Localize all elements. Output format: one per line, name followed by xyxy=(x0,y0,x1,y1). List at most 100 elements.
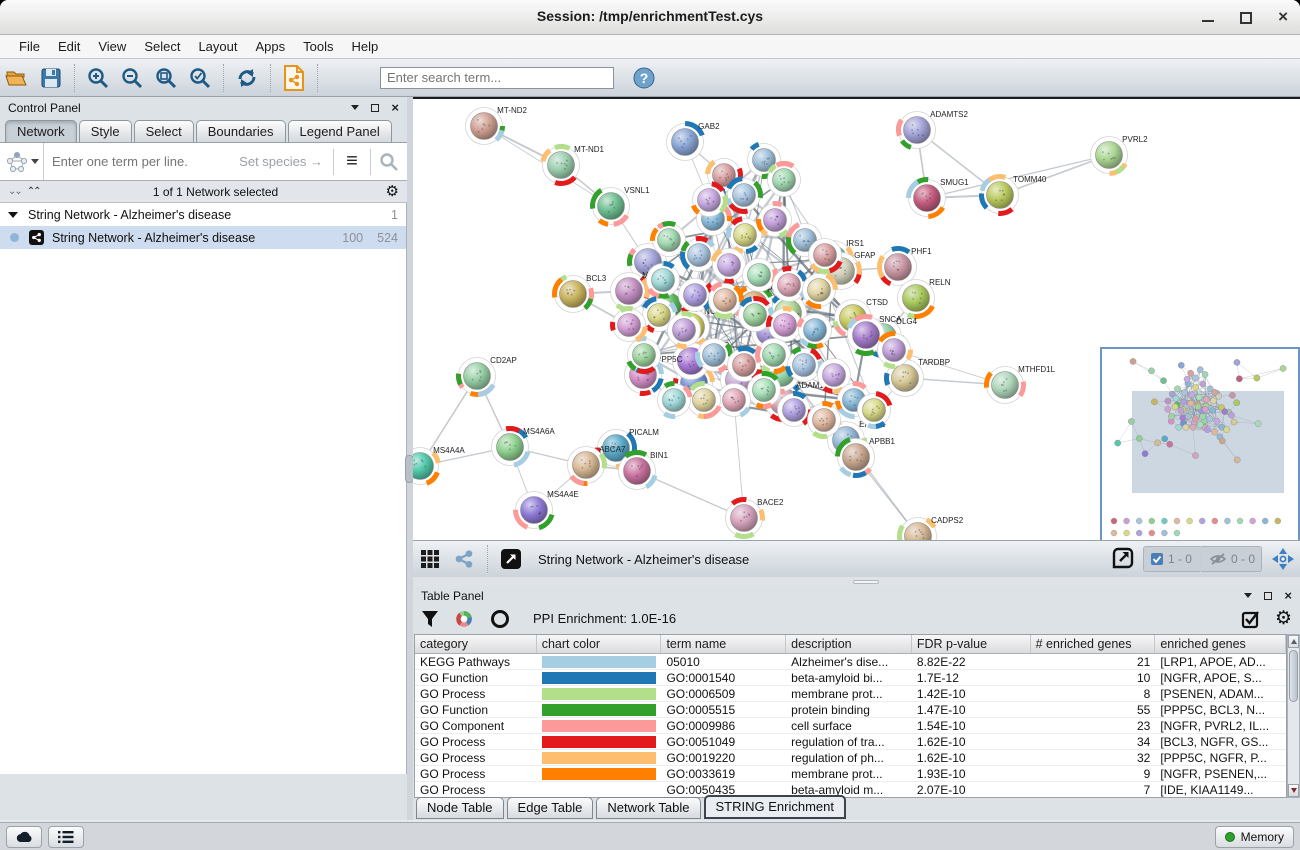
network-node-ms4a6a[interactable]: MS4A6A xyxy=(492,427,556,466)
tab-network[interactable]: Network xyxy=(5,120,77,142)
network-node[interactable] xyxy=(1202,406,1208,412)
network-node[interactable] xyxy=(1178,407,1184,413)
network-node[interactable] xyxy=(769,309,802,342)
column-header-chart-color[interactable]: chart color xyxy=(537,635,662,653)
network-node[interactable] xyxy=(683,239,716,272)
ring-icon[interactable] xyxy=(489,608,511,630)
network-node-ms4a4e[interactable] xyxy=(1142,451,1148,457)
network-node-pvrl2[interactable]: PVRL2 xyxy=(1091,135,1149,174)
table-panel-close-icon[interactable]: × xyxy=(1284,591,1292,601)
network-node[interactable] xyxy=(1193,385,1199,391)
network-node-mt-nd1[interactable] xyxy=(1148,368,1154,374)
network-node-vsnl1[interactable] xyxy=(1160,378,1166,384)
network-row-selected[interactable]: String Network - Alzheimer's disease 100… xyxy=(0,226,406,249)
tab-select[interactable]: Select xyxy=(134,120,194,142)
menu-apps[interactable]: Apps xyxy=(247,37,295,56)
selected-checkbox-icon[interactable] xyxy=(1150,552,1164,566)
network-node-mthfd1l[interactable] xyxy=(1255,421,1261,427)
network-node[interactable] xyxy=(1190,424,1196,430)
network-node-abca7[interactable] xyxy=(1154,440,1160,446)
network-node-tomm40[interactable]: TOMM40 xyxy=(982,175,1047,214)
network-node[interactable] xyxy=(1197,422,1203,428)
network-node[interactable] xyxy=(743,259,776,292)
column-header--enriched-genes[interactable]: # enriched genes xyxy=(1031,635,1156,653)
network-node[interactable] xyxy=(1184,376,1190,382)
column-header-category[interactable]: category xyxy=(415,635,537,653)
column-header-FDR-p-value[interactable]: FDR p-value xyxy=(912,635,1031,653)
string-term-input[interactable] xyxy=(44,154,239,169)
network-node-cadps2[interactable] xyxy=(1234,457,1240,463)
menu-layout[interactable]: Layout xyxy=(189,37,246,56)
column-header-description[interactable]: description xyxy=(786,635,912,653)
network-node-mt-nd1[interactable]: MT-ND1 xyxy=(543,145,605,184)
column-header-enriched-genes[interactable]: enriched genes xyxy=(1155,635,1286,653)
menu-help[interactable]: Help xyxy=(343,37,388,56)
tab-network-table[interactable]: Network Table xyxy=(596,797,700,819)
network-node-ms4a4a[interactable]: MS4A4A xyxy=(413,446,465,485)
tab-boundaries[interactable]: Boundaries xyxy=(196,120,286,142)
network-node[interactable] xyxy=(1195,404,1201,410)
network-node[interactable] xyxy=(1202,371,1208,377)
network-node[interactable] xyxy=(1181,399,1187,405)
zoom-in-button[interactable] xyxy=(81,62,115,94)
network-node[interactable] xyxy=(713,249,746,282)
table-panel-float-icon[interactable] xyxy=(1264,592,1272,600)
network-node[interactable] xyxy=(1212,389,1218,395)
help-button[interactable]: ? xyxy=(632,66,656,90)
network-node[interactable] xyxy=(1189,392,1195,398)
network-panel-gear-icon[interactable]: ⚙ xyxy=(386,184,399,199)
menu-edit[interactable]: Edit xyxy=(49,37,89,56)
network-node[interactable] xyxy=(718,384,751,417)
network-node-ms4a4e[interactable]: MS4A4E xyxy=(516,490,579,529)
enrichment-settings-gear-icon[interactable]: ⚙ xyxy=(1275,611,1292,626)
network-node[interactable] xyxy=(1203,397,1209,403)
horizontal-splitter[interactable] xyxy=(413,577,1300,587)
scroll-up-button[interactable] xyxy=(1288,635,1299,648)
network-node[interactable] xyxy=(1174,386,1180,392)
scroll-thumb[interactable] xyxy=(1289,650,1298,702)
tab-edge-table[interactable]: Edge Table xyxy=(507,797,594,819)
network-node[interactable] xyxy=(803,274,836,307)
collapse-all-icon[interactable]: ⌄⌄ xyxy=(8,186,21,197)
menu-file[interactable]: File xyxy=(10,37,49,56)
network-node[interactable] xyxy=(698,339,731,372)
network-node[interactable] xyxy=(1173,395,1179,401)
network-node[interactable] xyxy=(647,264,680,297)
network-node[interactable] xyxy=(1197,367,1203,373)
network-node[interactable] xyxy=(1200,381,1206,387)
annotation-mode-button[interactable] xyxy=(494,543,528,575)
task-history-button[interactable] xyxy=(48,826,84,848)
expand-all-icon[interactable]: ⌃⌃ xyxy=(27,186,40,197)
menu-view[interactable]: View xyxy=(89,37,135,56)
panel-collapse-icon[interactable] xyxy=(351,105,359,110)
network-node[interactable] xyxy=(878,334,911,367)
network-node-mt-nd2[interactable] xyxy=(1130,358,1136,364)
automation-status-button[interactable] xyxy=(6,826,42,848)
network-node[interactable] xyxy=(688,384,721,417)
grid-view-button[interactable] xyxy=(413,543,447,575)
network-node[interactable] xyxy=(1188,400,1194,406)
network-node[interactable] xyxy=(1183,424,1189,430)
tab-node-table[interactable]: Node Table xyxy=(416,797,504,819)
network-node-gab2[interactable] xyxy=(1178,362,1184,368)
network-node[interactable] xyxy=(788,349,821,382)
column-header-term-name[interactable]: term name xyxy=(661,635,786,653)
network-node-tardbp[interactable] xyxy=(1231,419,1237,425)
network-node-mme[interactable] xyxy=(1165,398,1171,404)
network-node-phf1[interactable] xyxy=(1229,392,1235,398)
network-node[interactable] xyxy=(709,284,742,317)
network-node-bin1[interactable] xyxy=(1167,441,1173,447)
table-scrollbar[interactable] xyxy=(1287,634,1300,798)
tab-string-enrichment[interactable]: STRING Enrichment xyxy=(704,795,846,819)
network-node-ms4a4a[interactable] xyxy=(1115,440,1121,446)
save-session-button[interactable] xyxy=(34,62,68,94)
network-node-bcl3[interactable] xyxy=(1151,399,1157,405)
network-node[interactable] xyxy=(1176,424,1182,430)
network-node[interactable] xyxy=(1196,394,1202,400)
table-row[interactable]: GO ProcessGO:0033619membrane prot...1.93… xyxy=(415,766,1286,782)
network-node-vsnl1[interactable]: VSNL1 xyxy=(593,186,651,225)
expand-triangle-icon[interactable] xyxy=(8,212,18,218)
network-node[interactable] xyxy=(768,164,801,197)
network-node-tomm40[interactable] xyxy=(1254,375,1260,381)
network-node-mt-nd2[interactable]: MT-ND2 xyxy=(466,106,528,145)
